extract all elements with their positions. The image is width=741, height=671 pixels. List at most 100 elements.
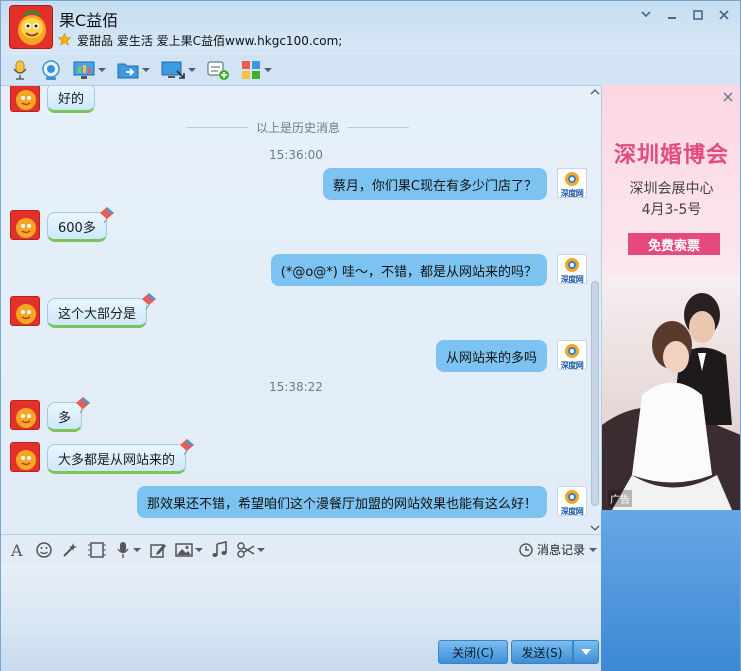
menu-chevron-icon[interactable]: [638, 7, 654, 23]
action-bar: 关闭(C) 发送(S): [1, 636, 601, 671]
contact-avatar-small[interactable]: [10, 86, 40, 112]
edit-icon: [150, 543, 166, 558]
message-bubble-outgoing[interactable]: 从网站来的多吗: [435, 340, 547, 372]
ad-badge: 广告: [608, 490, 632, 507]
clock-icon: [519, 542, 533, 557]
video-icon: [42, 60, 60, 80]
apps-icon: [242, 61, 260, 79]
site-avatar-label: 深度网: [560, 189, 584, 198]
scroll-thumb[interactable]: [591, 281, 599, 506]
message-bubble-incoming[interactable]: 大多都是从网站来的: [47, 444, 187, 474]
share-screen-button[interactable]: [157, 57, 199, 83]
send-button[interactable]: 发送(S): [511, 640, 573, 664]
chat-window: 果C益佰 爱甜品 爱生活 爱上果C益佰www.hkgc100.com; 好的 以…: [0, 0, 741, 671]
title-bar: 果C益佰 爱甜品 爱生活 爱上果C益佰www.hkgc100.com;: [1, 1, 740, 55]
chevron-down-icon: [581, 649, 591, 655]
film-icon: [88, 541, 106, 558]
message-input[interactable]: [1, 564, 601, 636]
svg-text:A: A: [10, 541, 23, 559]
chevron-down-icon[interactable]: [195, 547, 203, 552]
chevron-down-icon[interactable]: [133, 547, 141, 552]
history-divider: 以上是历史消息: [187, 120, 410, 135]
contact-avatar-small[interactable]: [10, 296, 40, 326]
input-toolbar: A 消息记录: [1, 534, 601, 564]
ad-free-ticket-button[interactable]: 免费索票: [628, 233, 720, 255]
chevron-down-icon[interactable]: [264, 68, 272, 72]
chevron-down-icon[interactable]: [257, 547, 265, 552]
music-button[interactable]: [211, 540, 229, 560]
emoji-button[interactable]: [35, 540, 53, 560]
contact-avatar-small[interactable]: [10, 210, 40, 240]
music-note-icon: [212, 540, 227, 557]
image-button[interactable]: [175, 540, 203, 560]
message-bubble-outgoing[interactable]: 那效果还不错，希望咱们这个漫餐厅加盟的网站效果也能有这么好！: [136, 486, 547, 518]
ad-date: 4月3-5号: [641, 202, 702, 218]
magic-wand-icon: [63, 542, 77, 557]
close-icon[interactable]: [716, 7, 732, 23]
kite-icon: [76, 397, 90, 413]
scissors-button[interactable]: [237, 540, 265, 560]
font-icon: A: [10, 541, 23, 559]
site-avatar-label: 深度网: [560, 507, 584, 516]
ad-venue: 深圳会展中心: [629, 181, 714, 197]
scissors-icon: [237, 541, 255, 558]
edit-button[interactable]: [149, 540, 167, 560]
chevron-down-icon[interactable]: [589, 547, 597, 552]
message-bubble-incoming[interactable]: 这个大部分是: [47, 298, 148, 328]
font-button[interactable]: A: [9, 540, 27, 560]
send-options-button[interactable]: [573, 640, 599, 664]
site-avatar-label: 深度网: [560, 275, 584, 284]
side-panel-lower: [601, 510, 740, 671]
close-icon[interactable]: [722, 91, 734, 107]
microphone-icon: [117, 541, 129, 558]
kite-icon: [100, 207, 114, 223]
chevron-down-icon[interactable]: [142, 68, 150, 72]
add-chat-icon: [207, 61, 229, 80]
contact-avatar-small[interactable]: [10, 400, 40, 430]
wedding-couple-photo: [602, 275, 740, 510]
kite-icon: [142, 293, 156, 309]
message-timestamp: 15:38:22: [269, 380, 323, 394]
contact-signature: 爱甜品 爱生活 爱上果C益佰www.hkgc100.com;: [77, 34, 343, 48]
magic-button[interactable]: [61, 540, 79, 560]
add-chat-button[interactable]: [203, 57, 233, 83]
message-history-button[interactable]: 消息记录: [519, 541, 597, 558]
chevron-down-icon[interactable]: [98, 68, 106, 72]
apps-button[interactable]: [237, 57, 275, 83]
file-transfer-icon: [117, 63, 139, 79]
video-button[interactable]: [37, 57, 65, 83]
my-avatar[interactable]: 深度网: [557, 254, 587, 284]
message-history-label: 消息记录: [536, 543, 585, 557]
minimize-icon[interactable]: [664, 7, 680, 23]
my-avatar[interactable]: 深度网: [557, 340, 587, 370]
message-timestamp: 15:36:00: [269, 148, 323, 162]
message-bubble-outgoing[interactable]: (*@o@*) 哇～，不错，都是从网站来的吗？: [270, 254, 547, 286]
message-bubble-incoming[interactable]: 600多: [47, 212, 107, 242]
scroll-up-icon[interactable]: [589, 86, 601, 98]
chevron-down-icon[interactable]: [188, 68, 196, 72]
my-avatar[interactable]: 深度网: [557, 168, 587, 198]
contact-avatar[interactable]: [9, 5, 53, 49]
image-icon: [175, 542, 193, 557]
ad-title: 深圳婚博会: [613, 142, 729, 168]
message-bubble-outgoing[interactable]: 蔡月，你们果C现在有多少门店了？: [322, 168, 547, 200]
screenshot-button[interactable]: [87, 540, 107, 560]
site-avatar-label: 深度网: [560, 361, 584, 370]
close-button[interactable]: 关闭(C): [438, 640, 508, 664]
my-avatar[interactable]: 深度网: [557, 486, 587, 516]
chat-scrollbar[interactable]: [589, 86, 601, 533]
chat-history[interactable]: 好的 以上是历史消息 15:36:00 蔡月，你们果C现在有多少门店了？ 深度网…: [1, 85, 601, 533]
voice-message-button[interactable]: [115, 540, 141, 560]
window-controls: [638, 7, 732, 23]
scroll-down-icon[interactable]: [589, 522, 601, 533]
microphone-button[interactable]: [7, 57, 33, 83]
maximize-icon[interactable]: [690, 7, 706, 23]
microphone-icon: [13, 60, 27, 80]
remote-desktop-icon: [73, 61, 95, 79]
contact-avatar-small[interactable]: [10, 442, 40, 472]
ad-banner[interactable]: 深圳婚博会 深圳会展中心 4月3-5号 免费索票 广告: [601, 85, 740, 510]
remote-desktop-button[interactable]: [69, 57, 109, 83]
kite-icon: [180, 439, 194, 455]
file-transfer-button[interactable]: [113, 57, 153, 83]
message-bubble-incoming[interactable]: 好的: [47, 86, 96, 113]
